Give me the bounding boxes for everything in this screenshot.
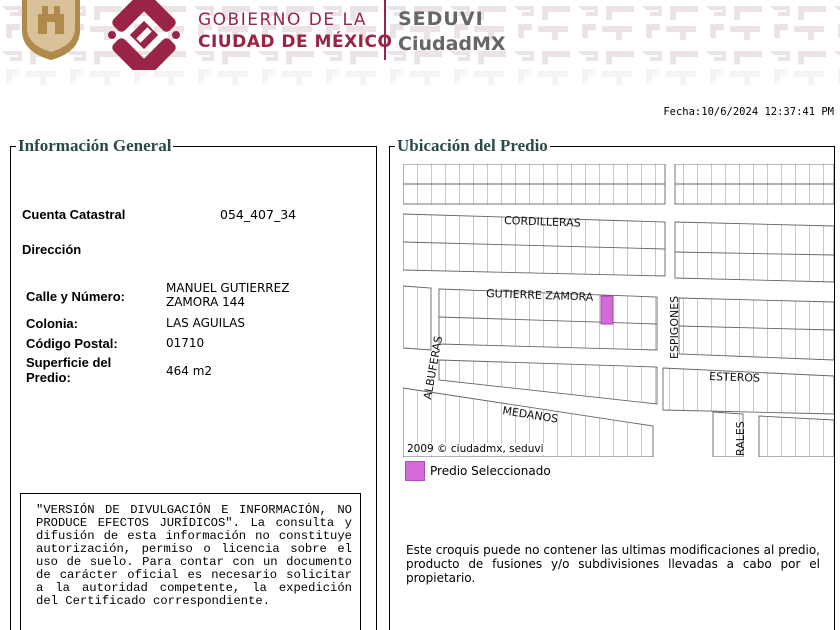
legend-label: Predio Seleccionado: [430, 464, 551, 478]
selected-lot[interactable]: [600, 295, 614, 325]
block-middle: [403, 213, 834, 283]
street-esteros: ESTEROS: [709, 370, 760, 385]
cdmx-logo-icon: [108, 0, 180, 70]
page-header: GOBIERNO DE LA CIUDAD DE MÉXICO SEDUVI C…: [0, 0, 840, 90]
calle-value-line1: MANUEL GUTIERREZ: [166, 281, 290, 295]
codigo-postal-value: 01710: [166, 336, 205, 350]
gobierno-line2: CIUDAD DE MÉXICO: [198, 32, 393, 52]
street-cordilleras: CORDILLERAS: [504, 214, 581, 230]
legend-swatch: [405, 461, 425, 481]
cuenta-catastral-label: Cuenta Catastral: [22, 207, 126, 222]
block-top: [403, 164, 834, 205]
gobierno-line1: GOBIERNO DE LA: [198, 10, 368, 30]
calle-numero-label: Calle y Número:: [26, 289, 125, 304]
header-divider: [384, 0, 386, 60]
map-note: Este croquis puede no contener las ultim…: [406, 543, 820, 585]
seduvi-wordmark: SEDUVI CiudadMX: [398, 7, 506, 57]
street-espigones: ESPIGONES: [668, 296, 681, 359]
superficie-value: 464 m2: [166, 364, 213, 378]
informacion-general-panel: Información General Cuenta Catastral 054…: [10, 136, 377, 630]
calle-numero-value: MANUEL GUTIERREZ ZAMORA 144: [166, 281, 289, 309]
report-date: Fecha:10/6/2024 12:37:41 PM: [663, 106, 834, 118]
superficie-label-line1: Superficie del: [26, 355, 112, 370]
city-shield-icon: [22, 0, 80, 60]
ubicacion-predio-panel: Ubicación del Predio CORDILLERAS GUTIERR…: [389, 136, 835, 630]
location-map[interactable]: CORDILLERAS GUTIERRE ZAMORA ESPIGONES AL…: [403, 164, 834, 457]
superficie-label: Superficie del Predio:: [26, 355, 111, 385]
gobierno-cdmx-wordmark: GOBIERNO DE LA CIUDAD DE MÉXICO: [198, 9, 392, 53]
street-rales: RALES: [734, 421, 747, 456]
seduvi-line1: SEDUVI: [398, 8, 484, 30]
colonia-value: LAS AGUILAS: [166, 316, 246, 330]
colonia-label: Colonia:: [26, 316, 78, 331]
seduvi-line2: CiudadMX: [398, 33, 506, 55]
codigo-postal-label: Código Postal:: [26, 336, 118, 351]
superficie-label-line2: Predio:: [26, 370, 71, 385]
calle-value-line2: ZAMORA 144: [166, 295, 246, 309]
disclaimer-box: "VERSIÓN DE DIVULGACIÓN E INFORMACIÓN, N…: [20, 493, 361, 630]
direccion-label: Dirección: [22, 242, 82, 257]
panel-title: Ubicación del Predio: [395, 136, 550, 156]
cuenta-catastral-value: 054_407_34: [220, 207, 297, 222]
map-credit: 2009 © ciudadmx, seduvi: [405, 443, 546, 455]
map-svg: CORDILLERAS GUTIERRE ZAMORA ESPIGONES AL…: [403, 164, 834, 457]
panel-title: Información General: [16, 136, 174, 156]
